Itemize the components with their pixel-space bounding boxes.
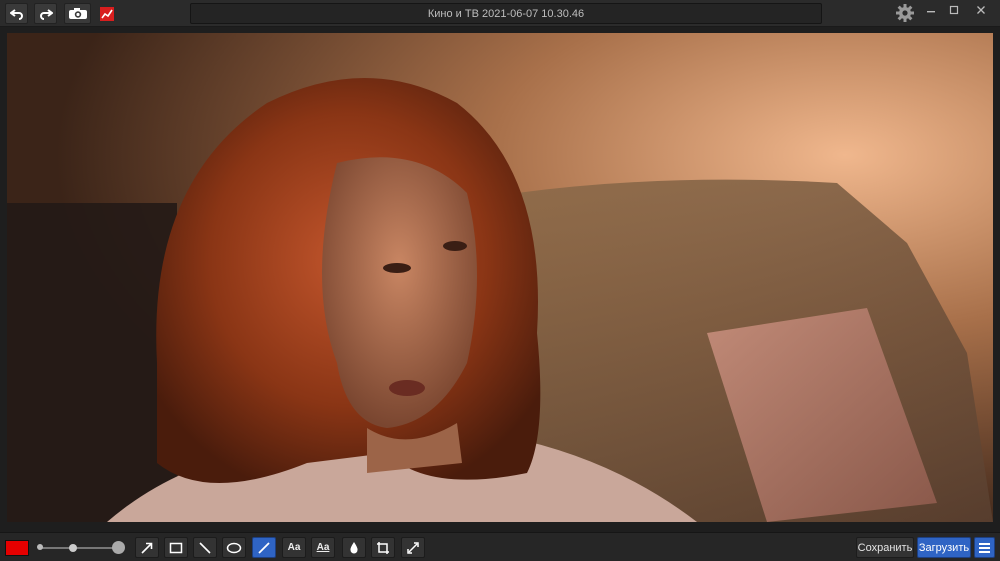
undo-button[interactable] (5, 3, 28, 24)
line-icon (199, 541, 211, 554)
capture-button[interactable] (64, 3, 91, 24)
screenshot-image (7, 33, 993, 522)
brush-size-thumb[interactable] (68, 544, 77, 552)
text-outline-tool[interactable]: Aa (311, 537, 335, 558)
crop-tool[interactable] (371, 537, 395, 558)
bottom-toolbar: Aa Aa Сохранить Загрузить (0, 532, 1000, 561)
resize-tool[interactable] (401, 537, 425, 558)
resize-icon (407, 541, 419, 554)
blur-tool[interactable] (342, 537, 366, 558)
title-bar: Кино и ТВ 2021-06-07 10.30.46 (0, 0, 1000, 27)
close-icon (977, 6, 985, 14)
close-button[interactable] (970, 2, 992, 18)
line-tool[interactable] (193, 537, 217, 558)
text-icon: Aa (287, 542, 301, 553)
rectangle-tool[interactable] (164, 537, 188, 558)
arrow-tool[interactable] (135, 537, 159, 558)
pen-icon (258, 541, 270, 554)
minimize-button[interactable] (920, 2, 942, 18)
chart-button[interactable] (95, 3, 118, 24)
brush-size-slider[interactable] (40, 547, 118, 549)
small-size-icon (37, 544, 43, 550)
minimize-icon (927, 11, 935, 13)
drop-icon (350, 542, 358, 554)
menu-button[interactable] (974, 537, 995, 558)
camera-icon (68, 8, 87, 19)
upload-button[interactable]: Загрузить (917, 537, 971, 558)
window-title: Кино и ТВ 2021-06-07 10.30.46 (190, 3, 822, 24)
gear-icon[interactable] (895, 3, 915, 23)
pen-tool[interactable] (252, 537, 276, 558)
ellipse-icon (226, 542, 242, 553)
rectangle-icon (169, 542, 183, 553)
ellipse-tool[interactable] (222, 537, 246, 558)
undo-icon (9, 8, 23, 20)
arrow-icon (141, 542, 153, 554)
large-size-icon (112, 541, 125, 554)
maximize-button[interactable] (943, 2, 965, 18)
redo-icon (39, 8, 53, 20)
hamburger-icon (979, 542, 990, 553)
chart-icon (99, 6, 114, 21)
screenshot-canvas[interactable] (7, 33, 993, 522)
maximize-icon (949, 5, 959, 15)
save-button[interactable]: Сохранить (856, 537, 914, 558)
text-outline-icon: Aa (316, 542, 330, 553)
redo-button[interactable] (34, 3, 57, 24)
color-picker[interactable] (5, 540, 29, 556)
text-tool[interactable]: Aa (282, 537, 306, 558)
crop-icon (377, 541, 389, 554)
